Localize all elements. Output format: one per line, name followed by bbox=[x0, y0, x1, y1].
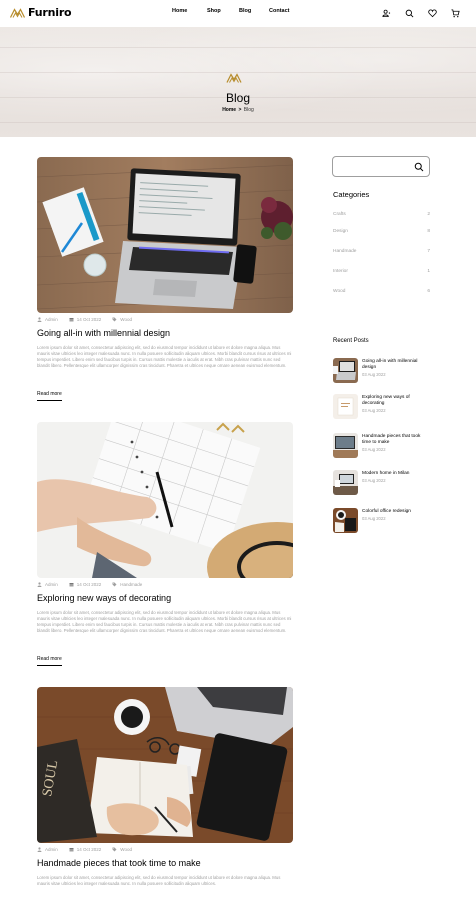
post-image-desk[interactable]: SOUL bbox=[37, 687, 293, 843]
recent-post-date: 03 Aug 2022 bbox=[362, 371, 386, 377]
nav-blog[interactable]: Blog bbox=[239, 8, 269, 14]
page-title: Blog bbox=[225, 91, 251, 105]
recent-post-date: 03 Aug 2022 bbox=[362, 407, 386, 413]
post-meta: Admin 14 Oct 2022 Wood bbox=[37, 317, 143, 322]
sidebar-search bbox=[332, 156, 430, 177]
header-actions bbox=[380, 7, 472, 19]
post-tag[interactable]: Wood bbox=[120, 847, 132, 852]
tag-icon bbox=[112, 847, 117, 852]
recent-post-date: 03 Aug 2022 bbox=[362, 477, 386, 483]
recent-post-item[interactable]: Colorful office redesign 03 Aug 2022 bbox=[333, 508, 433, 534]
calendar-icon bbox=[69, 583, 74, 587]
recent-post-title[interactable]: Going all-in with millennial design bbox=[362, 359, 422, 371]
recent-post-item[interactable]: Going all-in with millennial design 03 A… bbox=[333, 358, 433, 384]
nav-contact[interactable]: Contact bbox=[269, 8, 289, 14]
category-count: 8 bbox=[427, 229, 430, 234]
post-title[interactable]: Exploring new ways of decorating bbox=[37, 593, 171, 603]
breadcrumb-home[interactable]: Home bbox=[222, 107, 236, 113]
recent-post-date: 03 Aug 2022 bbox=[362, 446, 386, 452]
read-more-link[interactable]: Read more bbox=[37, 656, 62, 666]
recent-post-title[interactable]: Colorful office redesign bbox=[362, 509, 422, 515]
post-author: Admin bbox=[45, 847, 58, 852]
category-item[interactable]: Interior 1 bbox=[333, 269, 430, 274]
post-image-laptop[interactable] bbox=[37, 157, 293, 313]
post-date: 14 Oct 2022 bbox=[76, 847, 102, 852]
category-name[interactable]: Wood bbox=[333, 289, 345, 294]
post-excerpt: Lorem ipsum dolor sit amet, consectetur … bbox=[37, 610, 292, 634]
recent-posts-heading: Recent Posts bbox=[333, 338, 369, 344]
recent-post-item[interactable]: Handmade pieces that took time to make 0… bbox=[333, 433, 433, 459]
recent-post-thumbnail[interactable] bbox=[333, 470, 358, 495]
user-icon bbox=[37, 847, 42, 852]
nav-shop[interactable]: Shop bbox=[207, 8, 239, 14]
tag-icon bbox=[112, 317, 117, 322]
category-count: 6 bbox=[427, 289, 430, 294]
user-icon bbox=[37, 317, 42, 322]
user-icon bbox=[37, 582, 42, 587]
brand-name: Furniro bbox=[28, 6, 72, 19]
post-meta: Admin 14 Oct 2022 Wood bbox=[37, 847, 143, 852]
category-count: 7 bbox=[427, 249, 430, 254]
read-more-link[interactable]: Read more bbox=[37, 391, 62, 401]
category-count: 2 bbox=[427, 212, 430, 217]
post-author: Admin bbox=[45, 317, 58, 322]
post-title[interactable]: Handmade pieces that took time to make bbox=[37, 858, 201, 868]
recent-post-item[interactable]: Exploring new ways of decorating 03 Aug … bbox=[333, 394, 433, 420]
breadcrumb: Home > Blog bbox=[0, 107, 476, 113]
recent-post-date: 03 Aug 2022 bbox=[362, 515, 386, 521]
recent-post-title[interactable]: Handmade pieces that took time to make bbox=[362, 434, 422, 446]
chevron-right-icon: > bbox=[238, 107, 242, 113]
search-icon[interactable] bbox=[403, 7, 415, 19]
recent-post-thumbnail[interactable] bbox=[333, 508, 358, 533]
recent-post-title[interactable]: Modern home in Milan bbox=[362, 471, 422, 477]
page-hero: Blog Home > Blog bbox=[0, 27, 476, 137]
user-icon[interactable] bbox=[380, 7, 392, 19]
post-excerpt: Lorem ipsum dolor sit amet, consectetur … bbox=[37, 345, 292, 369]
breadcrumb-current: Blog bbox=[243, 107, 254, 113]
recent-post-title[interactable]: Exploring new ways of decorating bbox=[362, 395, 422, 407]
post-author: Admin bbox=[45, 582, 58, 587]
recent-post-thumbnail[interactable] bbox=[333, 394, 358, 419]
categories-heading: Categories bbox=[333, 190, 370, 199]
main-nav: Home Shop Blog Contact bbox=[172, 8, 289, 14]
category-name[interactable]: Crafts bbox=[333, 212, 346, 217]
site-header: Furniro Home Shop Blog Contact bbox=[0, 0, 476, 27]
calendar-icon bbox=[69, 318, 74, 322]
post-title[interactable]: Going all-in with millennial design bbox=[37, 328, 170, 338]
recent-post-item[interactable]: Modern home in Milan 03 Aug 2022 bbox=[333, 470, 433, 496]
search-input[interactable] bbox=[337, 161, 413, 173]
post-date: 14 Oct 2022 bbox=[76, 582, 102, 587]
category-item[interactable]: Handmade 7 bbox=[333, 249, 430, 254]
category-name[interactable]: Design bbox=[333, 229, 348, 234]
logo-mark-icon bbox=[10, 7, 25, 18]
tag-icon bbox=[112, 582, 117, 587]
brand-mark-icon bbox=[226, 73, 242, 83]
category-item[interactable]: Wood 6 bbox=[333, 289, 430, 294]
post-image-planner[interactable] bbox=[37, 422, 293, 578]
post-date: 14 Oct 2022 bbox=[76, 317, 102, 322]
category-item[interactable]: Design 8 bbox=[333, 229, 430, 234]
post-excerpt: Lorem ipsum dolor sit amet, consectetur … bbox=[37, 875, 281, 887]
post-tag[interactable]: Wood bbox=[120, 317, 132, 322]
logo[interactable]: Furniro bbox=[10, 6, 72, 19]
calendar-icon bbox=[69, 848, 74, 852]
cart-icon[interactable] bbox=[449, 7, 461, 19]
search-icon[interactable] bbox=[414, 162, 424, 172]
category-count: 1 bbox=[427, 269, 430, 274]
heart-icon[interactable] bbox=[426, 7, 438, 19]
post-meta: Admin 14 Oct 2022 Handmade bbox=[37, 582, 153, 587]
recent-post-thumbnail[interactable] bbox=[333, 433, 358, 458]
nav-home[interactable]: Home bbox=[172, 8, 207, 14]
category-item[interactable]: Crafts 2 bbox=[333, 212, 430, 217]
category-name[interactable]: Handmade bbox=[333, 249, 356, 254]
recent-post-thumbnail[interactable] bbox=[333, 358, 358, 383]
post-tag[interactable]: Handmade bbox=[120, 582, 142, 587]
category-name[interactable]: Interior bbox=[333, 269, 348, 274]
